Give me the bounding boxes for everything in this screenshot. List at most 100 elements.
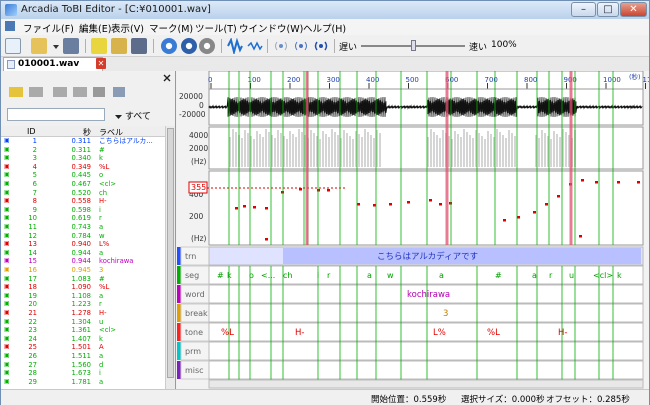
speed-slider[interactable] — [361, 40, 465, 52]
mark-row[interactable]: ▣ 8 0.558 H- — [1, 197, 165, 205]
mark-toggle-icon[interactable]: ▣ — [4, 215, 15, 221]
mark-row[interactable]: ▣ 24 1.407 k — [1, 335, 165, 343]
mark-folder-icon[interactable] — [93, 87, 105, 97]
open-project-icon[interactable] — [111, 38, 127, 54]
mark-toggle-icon[interactable]: ▣ — [4, 224, 15, 230]
mark-row[interactable]: ▣ 13 0.940 L% — [1, 240, 165, 248]
menu-help[interactable]: ヘルプ(H) — [303, 21, 346, 35]
mark-toggle-icon[interactable]: ▣ — [4, 370, 15, 376]
mark-toggle-icon[interactable]: ▣ — [4, 284, 15, 290]
menu-edit[interactable]: 編集(E) — [79, 21, 111, 35]
mark-row[interactable]: ▣ 20 1.223 r — [1, 300, 165, 308]
mark-toggle-icon[interactable]: ▣ — [4, 181, 15, 187]
new-file-icon[interactable] — [5, 38, 21, 54]
mark-row[interactable]: ▣ 22 1.304 u — [1, 318, 165, 326]
tab-close-icon[interactable]: ✕ — [96, 58, 106, 69]
filter-input[interactable] — [7, 108, 105, 121]
delete-mark-icon[interactable] — [29, 87, 43, 97]
mark-row[interactable]: ▣ 4 0.349 %L — [1, 163, 165, 171]
mark-row[interactable]: ▣ 1 0.311 こちらはアルカ... — [1, 137, 165, 145]
mark-row[interactable]: ▣ 16 0.945 3 — [1, 266, 165, 274]
waveform-icon[interactable] — [227, 37, 243, 56]
marks-list-scrollbar[interactable] — [165, 126, 175, 389]
doc-menu-icon[interactable] — [5, 21, 15, 31]
mark-row[interactable]: ▣ 2 0.311 # — [1, 146, 165, 154]
mark-export-icon[interactable] — [113, 87, 125, 97]
next-mark-icon[interactable] — [73, 87, 87, 97]
menu-window[interactable]: ウインドウ(W) — [239, 21, 303, 35]
mark-toggle-icon[interactable]: ▣ — [4, 335, 15, 342]
maximize-button[interactable]: □ — [597, 2, 619, 17]
mark-row[interactable]: ▣ 6 0.467 <cl> — [1, 180, 165, 188]
mark-row[interactable]: ▣ 29 1.781 a — [1, 378, 165, 386]
mark-row[interactable]: ▣ 5 0.445 o — [1, 171, 165, 179]
mark-toggle-icon[interactable]: ▣ — [4, 310, 15, 316]
mark-toggle-icon[interactable]: ▣ — [4, 241, 15, 247]
play-icon[interactable] — [161, 38, 177, 54]
mark-row[interactable]: ▣ 28 1.673 i — [1, 369, 165, 377]
mark-toggle-icon[interactable]: ▣ — [4, 206, 15, 213]
stop-icon[interactable] — [199, 38, 215, 54]
mark-row[interactable]: ▣ 18 1.090 %L — [1, 283, 165, 291]
close-button[interactable]: ✕ — [620, 2, 647, 17]
analysis-canvas[interactable]: 010020030040050060070080090010001100(秒)2… — [177, 71, 649, 389]
save-project-icon[interactable] — [131, 38, 147, 54]
mark-toggle-icon[interactable]: ▣ — [4, 318, 15, 325]
mark-row[interactable]: ▣ 10 0.619 r — [1, 214, 165, 222]
mark-toggle-icon[interactable]: ▣ — [4, 189, 15, 196]
mark-toggle-icon[interactable]: ▣ — [4, 267, 15, 273]
panel-close-icon[interactable] — [163, 74, 171, 85]
mark-row[interactable]: ▣ 9 0.598 i — [1, 206, 165, 214]
mark-row[interactable]: ▣ 21 1.278 H- — [1, 309, 165, 317]
add-mark-icon[interactable] — [9, 87, 23, 97]
mark-row[interactable]: ▣ 17 1.083 # — [1, 275, 165, 283]
mark-row[interactable]: ▣ 26 1.511 a — [1, 352, 165, 360]
volume-mid-icon[interactable] — [293, 38, 309, 54]
menu-view[interactable]: 表示(V) — [111, 21, 144, 35]
mark-row[interactable]: ▣ 25 1.501 A — [1, 343, 165, 351]
mark-toggle-icon[interactable]: ▣ — [4, 275, 15, 282]
mark-toggle-icon[interactable]: ▣ — [4, 172, 15, 178]
minimize-button[interactable]: – — [571, 2, 596, 17]
volume-high-icon[interactable] — [313, 38, 329, 54]
mark-row[interactable]: ▣ 7 0.520 ch — [1, 189, 165, 197]
document-tab[interactable]: 010001.wav — [3, 57, 103, 71]
mark-toggle-icon[interactable]: ▣ — [4, 155, 15, 161]
prev-mark-icon[interactable] — [53, 87, 67, 97]
mark-toggle-icon[interactable]: ▣ — [4, 292, 15, 299]
mark-row[interactable]: ▣ 3 0.340 k — [1, 154, 165, 162]
mark-row[interactable]: ▣ 14 0.944 a — [1, 249, 165, 257]
mark-toggle-icon[interactable]: ▣ — [4, 327, 15, 333]
mark-toggle-icon[interactable]: ▣ — [4, 163, 15, 170]
mark-toggle-icon[interactable]: ▣ — [4, 344, 15, 350]
open-dropdown-icon[interactable] — [53, 43, 59, 49]
mark-toggle-icon[interactable]: ▣ — [4, 249, 15, 256]
mark-toggle-icon[interactable]: ▣ — [4, 361, 15, 368]
mark-toggle-icon[interactable]: ▣ — [4, 138, 15, 144]
new-project-icon[interactable] — [91, 38, 107, 54]
mark-toggle-icon[interactable]: ▣ — [4, 258, 15, 264]
menu-tools[interactable]: ツール(T) — [195, 21, 237, 35]
save-icon[interactable] — [63, 38, 79, 54]
waveform-small-icon[interactable] — [247, 38, 263, 54]
menu-file[interactable]: ファイル(F) — [23, 21, 74, 35]
play-selection-icon[interactable] — [181, 38, 197, 54]
mark-row[interactable]: ▣ 27 1.560 d — [1, 361, 165, 369]
mark-toggle-icon[interactable]: ▣ — [4, 146, 15, 153]
mark-row[interactable]: ▣ 23 1.361 <cl> — [1, 326, 165, 334]
mark-row[interactable]: ▣ 12 0.784 w — [1, 232, 165, 240]
menu-mark[interactable]: マーク(M) — [149, 21, 193, 35]
mark-toggle-icon[interactable]: ▣ — [4, 198, 15, 204]
seg-label: u — [569, 271, 574, 280]
mark-toggle-icon[interactable]: ▣ — [4, 353, 15, 359]
mark-row[interactable]: ▣ 15 0.944 kochirawa — [1, 257, 165, 265]
open-folder-icon[interactable] — [31, 38, 47, 54]
filter-dropdown[interactable]: すべて — [115, 109, 151, 122]
mark-toggle-icon[interactable]: ▣ — [4, 301, 15, 307]
header-id[interactable]: ID — [27, 127, 36, 136]
mark-toggle-icon[interactable]: ▣ — [4, 378, 15, 385]
volume-low-icon[interactable] — [273, 38, 289, 54]
mark-row[interactable]: ▣ 19 1.108 a — [1, 292, 165, 300]
mark-row[interactable]: ▣ 11 0.743 a — [1, 223, 165, 231]
mark-toggle-icon[interactable]: ▣ — [4, 232, 15, 239]
